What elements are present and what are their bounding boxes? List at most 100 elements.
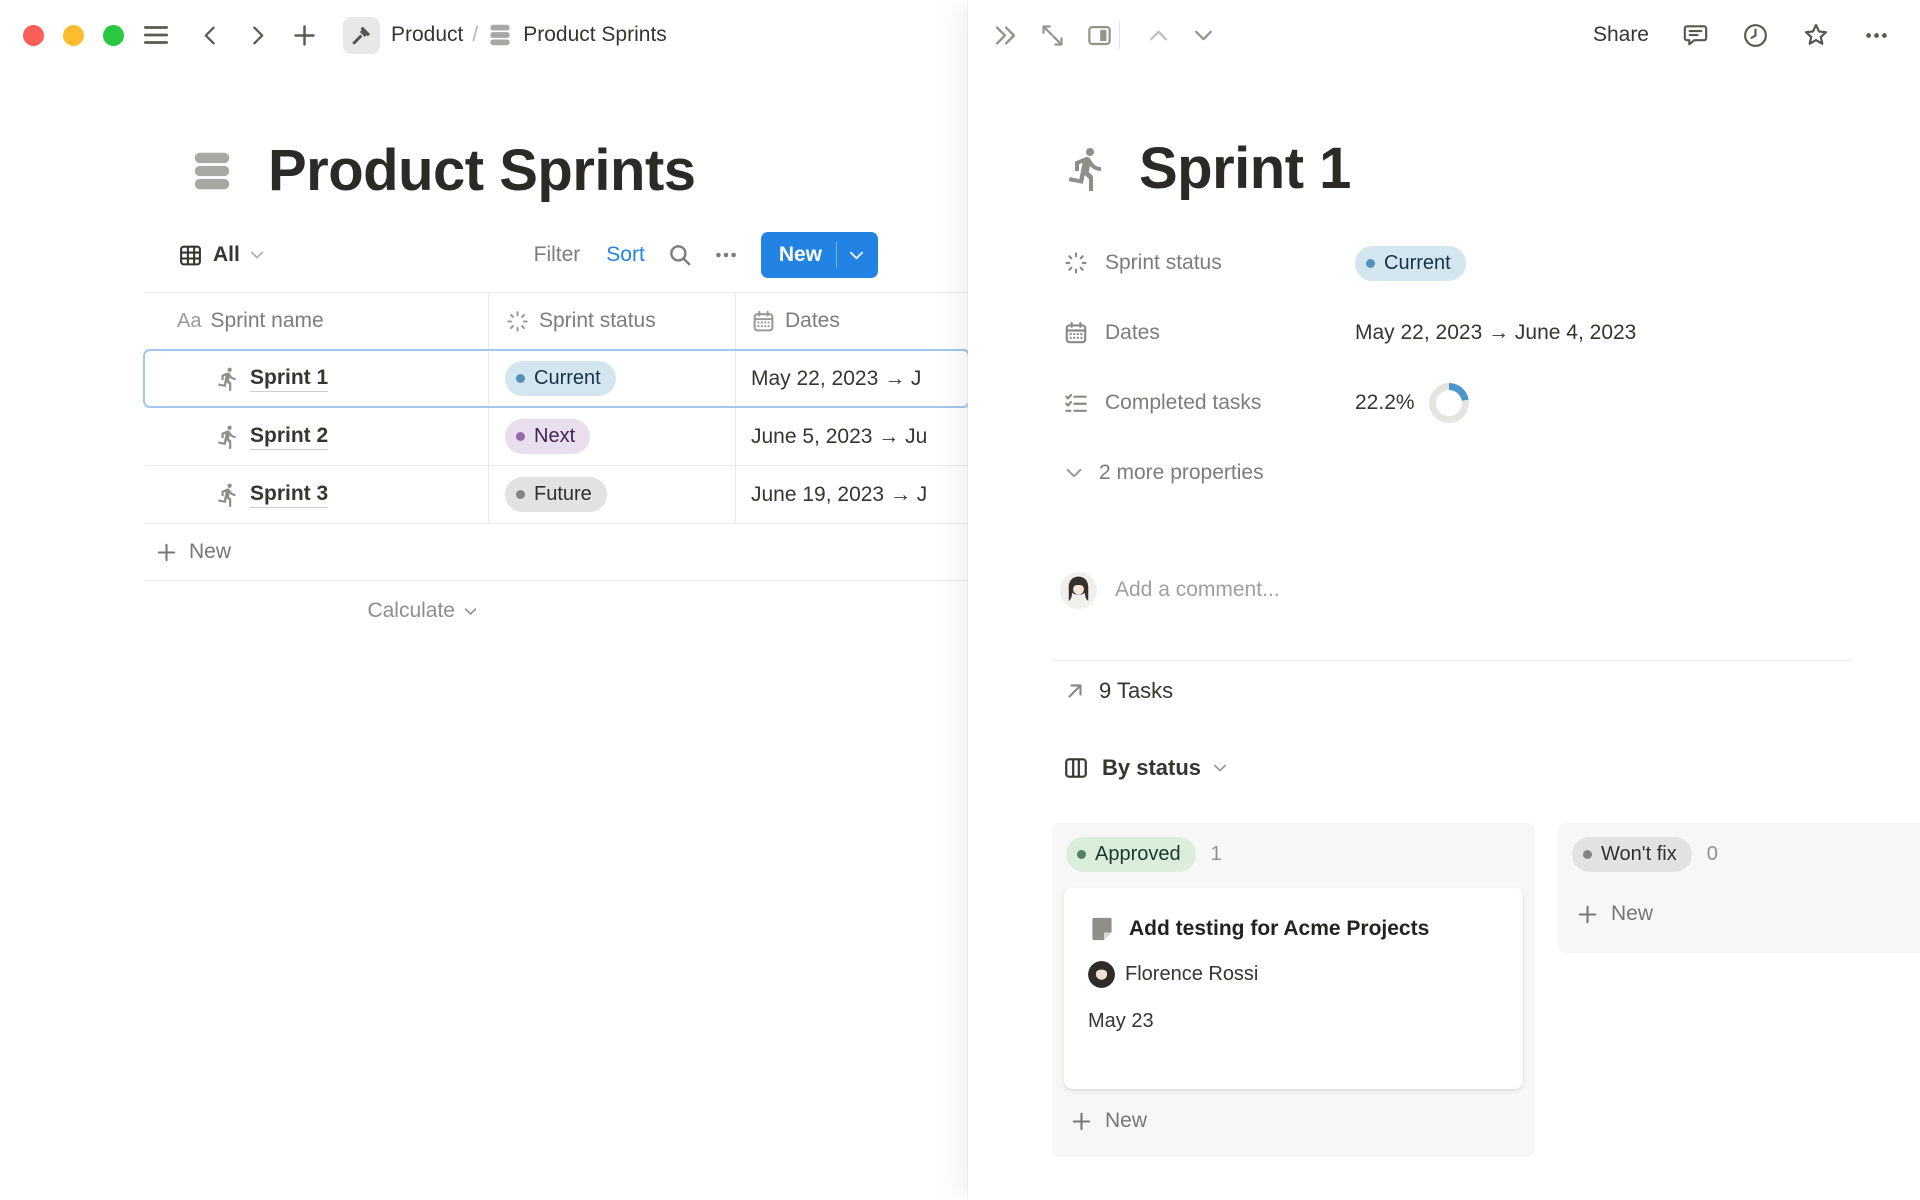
window-zoom-button[interactable] <box>103 25 124 46</box>
kanban-column-wont-fix: Won't fix 0 New <box>1558 823 1920 953</box>
new-button[interactable]: New <box>761 232 878 278</box>
status-dot <box>1366 259 1375 268</box>
title-property-icon: Aa <box>177 310 201 333</box>
date-range-cell[interactable]: May 22, 2023 → J <box>751 367 921 391</box>
page-options-icon[interactable] <box>1863 22 1890 49</box>
table-row-sprint-3[interactable]: Sprint 3 Future June 19, 2023 → J <box>145 466 970 524</box>
column-header-sprint-name[interactable]: Aa Sprint name <box>145 293 489 349</box>
comment-composer[interactable]: Add a comment... <box>1060 560 1280 620</box>
tasks-linked-db-link[interactable]: 9 Tasks <box>1063 668 1173 714</box>
status-badge[interactable]: Future <box>505 477 607 512</box>
filter-button[interactable]: Filter <box>534 243 581 267</box>
comments-icon[interactable] <box>1682 22 1709 49</box>
board-view-icon <box>1063 755 1089 781</box>
breadcrumb: Product / Product Sprints <box>318 17 667 54</box>
date-range-cell[interactable]: June 19, 2023 → J <box>751 483 927 507</box>
status-property-icon <box>505 309 530 334</box>
property-completed-tasks[interactable]: Completed tasks 22.2% <box>1063 368 1863 438</box>
date-range-cell[interactable]: June 5, 2023 → Ju <box>751 425 927 449</box>
sidebar-toggle-icon[interactable] <box>141 20 171 50</box>
runner-icon <box>215 424 241 450</box>
plus-icon <box>155 541 178 564</box>
new-button-chevron-icon[interactable] <box>847 246 866 265</box>
kanban-card[interactable]: Add testing for Acme Projects Florence R… <box>1064 888 1523 1089</box>
window-topbar: Product / Product Sprints <box>23 0 667 70</box>
row-title-link[interactable]: Sprint 3 <box>250 482 328 508</box>
status-badge[interactable]: Current <box>505 361 616 396</box>
window-minimize-button[interactable] <box>63 25 84 46</box>
more-properties-toggle[interactable]: 2 more properties <box>1063 438 1863 508</box>
new-button-divider <box>836 242 837 268</box>
table-new-row-button[interactable]: New <box>145 524 970 581</box>
date-property-icon <box>1063 320 1090 346</box>
peek-topbar: Share <box>968 0 1920 70</box>
column-status-badge[interactable]: Won't fix <box>1572 837 1692 872</box>
column-header-sprint-status[interactable]: Sprint status <box>489 293 736 349</box>
checklist-property-icon <box>1063 390 1090 416</box>
property-dates[interactable]: Dates May 22, 2023 → June 4, 2023 <box>1063 298 1863 368</box>
new-page-icon[interactable] <box>291 22 318 49</box>
status-dot <box>516 374 525 383</box>
page-doc-icon <box>1088 915 1116 943</box>
nav-back-icon[interactable] <box>198 23 223 48</box>
toolbar-divider <box>1119 21 1120 49</box>
chevron-down-icon <box>1063 462 1085 484</box>
database-title-icon[interactable] <box>189 148 235 194</box>
column-header-dates[interactable]: Dates <box>736 293 970 349</box>
property-list: Sprint status Current Dates May 22, 2023… <box>1063 228 1863 508</box>
expand-page-icon[interactable] <box>1039 22 1066 49</box>
share-button[interactable]: Share <box>1593 23 1649 47</box>
assignee-name: Florence Rossi <box>1125 963 1258 986</box>
previous-record-icon[interactable] <box>1146 23 1171 48</box>
nav-forward-icon[interactable] <box>245 23 270 48</box>
view-name: All <box>213 243 240 267</box>
card-date: May 23 <box>1088 1010 1501 1033</box>
property-sprint-status[interactable]: Sprint status Current <box>1063 228 1863 298</box>
chevron-down-icon <box>462 603 479 620</box>
breadcrumb-product[interactable]: Product <box>391 23 463 47</box>
table-footer: Calculate <box>145 581 970 641</box>
comment-placeholder[interactable]: Add a comment... <box>1115 578 1280 602</box>
more-options-icon[interactable] <box>713 242 739 268</box>
peek-title-row: Sprint 1 <box>1063 135 1351 202</box>
board-view-tab[interactable]: By status <box>1063 744 1229 792</box>
sort-button[interactable]: Sort <box>606 243 645 267</box>
product-page-icon[interactable] <box>343 17 380 54</box>
database-icon <box>487 22 513 48</box>
view-tab-all[interactable]: All <box>178 243 266 268</box>
sprints-table: Aa Sprint name Sprint status Dates Sprin… <box>145 292 970 641</box>
runner-icon[interactable] <box>1063 145 1111 193</box>
updates-clock-icon[interactable] <box>1742 22 1769 49</box>
table-row-sprint-2[interactable]: Sprint 2 Next June 5, 2023 → Ju <box>145 408 970 466</box>
status-badge[interactable]: Next <box>505 419 590 454</box>
table-header-row: Aa Sprint name Sprint status Dates <box>145 292 970 350</box>
column-count: 0 <box>1707 843 1718 866</box>
column-status-badge[interactable]: Approved <box>1066 837 1196 872</box>
status-property-icon <box>1063 250 1090 276</box>
add-card-button[interactable]: New <box>1070 1109 1523 1133</box>
window-close-button[interactable] <box>23 25 44 46</box>
next-record-icon[interactable] <box>1191 23 1216 48</box>
status-dot <box>516 432 525 441</box>
add-card-button[interactable]: New <box>1576 902 1918 926</box>
side-peek-mode-icon[interactable] <box>1086 22 1113 49</box>
close-peek-icon[interactable] <box>992 22 1019 49</box>
table-row-sprint-1[interactable]: Sprint 1 Current May 22, 2023 → J <box>145 350 970 408</box>
row-title-link[interactable]: Sprint 2 <box>250 424 328 450</box>
card-title[interactable]: Add testing for Acme Projects <box>1129 914 1429 944</box>
plus-icon <box>1576 903 1599 926</box>
new-button-label: New <box>779 243 822 267</box>
chevron-down-icon <box>248 246 266 264</box>
row-title-link[interactable]: Sprint 1 <box>250 366 328 392</box>
breadcrumb-separator: / <box>472 23 478 47</box>
breadcrumb-current[interactable]: Product Sprints <box>523 23 667 47</box>
search-icon[interactable] <box>667 242 693 268</box>
favorite-star-icon[interactable] <box>1802 21 1830 49</box>
chevron-down-icon <box>1211 759 1229 777</box>
peek-page-title[interactable]: Sprint 1 <box>1139 135 1351 202</box>
calculate-button[interactable]: Calculate <box>145 599 489 623</box>
plus-icon <box>1070 1110 1093 1133</box>
runner-icon <box>215 482 241 508</box>
dates-value: May 22, 2023 → June 4, 2023 <box>1355 321 1636 345</box>
status-badge[interactable]: Current <box>1355 246 1466 281</box>
